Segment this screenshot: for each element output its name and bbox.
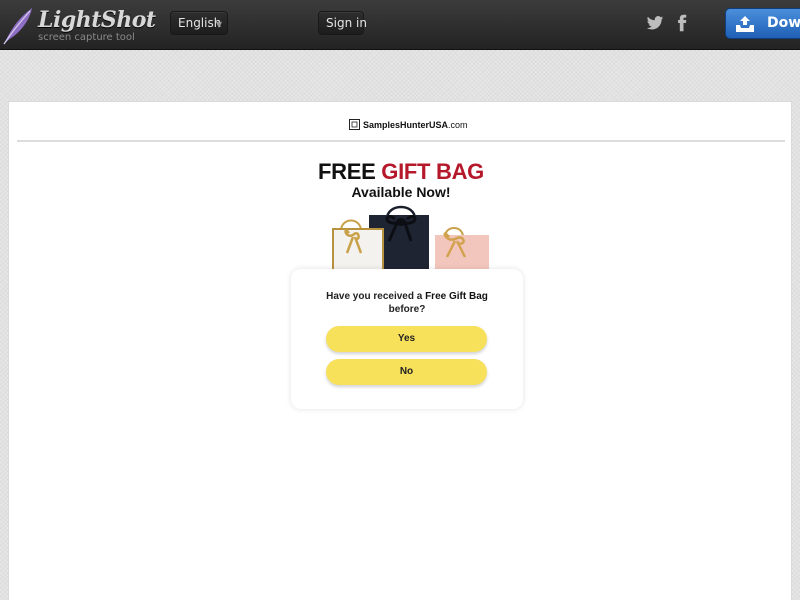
gift-box-icon	[349, 119, 360, 130]
site-header: SamplesHunterUSA.com	[17, 102, 785, 142]
twitter-icon[interactable]	[646, 14, 664, 32]
lightshot-logo[interactable]: LightShot screen capture tool	[0, 4, 156, 46]
site-brand-suffix: .com	[448, 120, 468, 130]
download-label: Down	[767, 15, 800, 31]
no-button[interactable]: No	[326, 359, 487, 385]
app-name: LightShot	[38, 7, 156, 33]
language-label: English	[178, 16, 222, 30]
sign-in-label: Sign in	[326, 16, 367, 30]
quiz-question-part2: before?	[388, 304, 426, 315]
chevron-down-icon: ▼	[215, 20, 222, 29]
tray-upload-icon	[736, 16, 754, 32]
facebook-icon[interactable]	[673, 14, 691, 32]
site-brand: SamplesHunterUSA.com	[349, 119, 468, 133]
quiz-question-part1: Have you received a	[326, 291, 426, 302]
yes-button[interactable]: Yes	[326, 326, 487, 352]
screenshot-card: SamplesHunterUSA.com FREE GIFT BAG Avail…	[8, 101, 792, 600]
page-subtitle: Available Now!	[351, 184, 451, 200]
page-title-free: FREE	[318, 159, 376, 184]
app-tagline: screen capture tool	[38, 32, 135, 43]
download-button[interactable]: Down	[725, 8, 800, 39]
language-select[interactable]: English ▼	[170, 11, 228, 35]
page-title: FREE GIFT BAG	[9, 159, 793, 185]
page-title-gift-bag: GIFT BAG	[381, 159, 484, 184]
top-bar: LightShot screen capture tool English ▼ …	[0, 0, 800, 50]
quiz-question-highlight: Free Gift Bag	[425, 291, 488, 302]
feather-icon	[3, 8, 32, 45]
quiz-card: Have you received a Free Gift Bag before…	[291, 269, 523, 409]
quiz-question: Have you received a Free Gift Bag before…	[319, 290, 495, 316]
site-brand-name: SamplesHunterUSA	[363, 120, 449, 130]
sign-in-button[interactable]: Sign in	[318, 11, 367, 35]
